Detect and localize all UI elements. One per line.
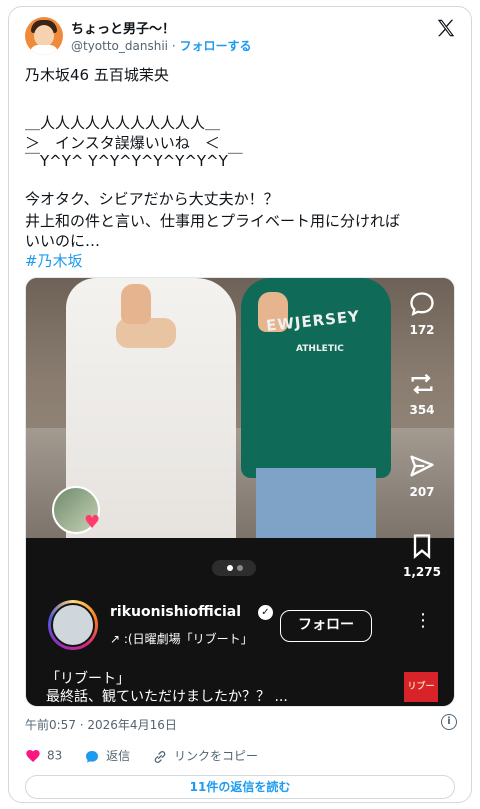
repost-count: 354 — [409, 403, 435, 417]
reply-label: 返信 — [106, 749, 131, 763]
thumbs-up-left — [121, 284, 151, 324]
tweet-actions: 83 返信 リンクをコピー — [25, 747, 276, 767]
author-handle[interactable]: @tyotto_danshii — [71, 39, 168, 53]
comment-count: 172 — [409, 323, 435, 337]
like-action[interactable]: 83 — [25, 748, 62, 764]
info-icon[interactable]: i — [441, 714, 457, 730]
tweet-card: ちょっと男子〜！ @tyotto_danshii · フォローする 乃木坂46 … — [8, 6, 472, 803]
comment-icon — [410, 292, 434, 316]
repost-action[interactable]: 354 — [396, 370, 448, 418]
tweet-body-line-1: 今オタク、シビアだから大丈夫か！？ — [25, 190, 279, 208]
author-avatar[interactable] — [25, 17, 63, 55]
shirt-subprint: ATHLETIC — [296, 344, 344, 354]
like-count: 83 — [47, 748, 63, 763]
heart-badge-icon: ♥ — [84, 512, 101, 533]
avatar-shirt — [30, 45, 58, 55]
avatar-face — [34, 25, 54, 47]
copy-link-label: リンクをコピー — [173, 749, 258, 763]
ig-audio-line[interactable]: ↗ :(日曜劇場「リブート」 — [110, 630, 253, 647]
copy-link-action[interactable]: リンクをコピー — [152, 747, 258, 765]
tweet-body-line-3: いいのに… — [25, 232, 101, 250]
read-replies-button[interactable]: 11件の返信を読む — [25, 775, 455, 799]
tweet-timestamp[interactable]: 午前0:57 · 2026年4月16日 — [25, 716, 177, 733]
x-logo-icon[interactable] — [435, 17, 457, 39]
author-display-name[interactable]: ちょっと男子〜！ — [71, 18, 175, 37]
more-options-icon[interactable]: ⋮ — [414, 612, 432, 630]
reply-icon — [86, 750, 99, 763]
bookmark-count: 1,275 — [403, 565, 441, 579]
share-action[interactable]: 207 — [396, 452, 448, 500]
verified-badge-icon: ✓ — [258, 605, 273, 620]
media-photo: EWJERSEY ATHLETIC ♥ — [26, 278, 454, 538]
photo-jeans — [256, 468, 376, 538]
reply-action[interactable]: 返信 — [84, 747, 130, 765]
handle-separator: · — [171, 39, 176, 53]
ig-caption-line-2[interactable]: 最終話、観ていただけましたか？？ ... — [46, 689, 288, 705]
embedded-media[interactable]: EWJERSEY ATHLETIC ♥ 172 354 207 1,275 ri… — [25, 277, 455, 707]
link-icon — [154, 750, 166, 763]
comment-action[interactable]: 172 — [396, 290, 448, 338]
heart-icon — [26, 749, 40, 762]
tweet-hashtag[interactable]: #乃木坂 — [25, 251, 83, 271]
share-count: 207 — [409, 485, 435, 499]
bookmark-icon — [413, 534, 431, 559]
ig-caption-line-1: 「リブート」 — [46, 671, 130, 687]
carousel-dot-active — [227, 565, 233, 571]
ig-profile-avatar[interactable] — [48, 600, 98, 650]
ig-follow-button[interactable]: フォロー — [280, 610, 372, 642]
tweet-aa-line-1: ＿人人人人人人人人人人人＿ — [25, 114, 221, 132]
ig-username[interactable]: rikuonishiofficial — [110, 604, 241, 620]
ig-caption: 「リブート」 最終話、観ていただけましたか？？ ... — [46, 670, 288, 706]
share-icon — [410, 455, 434, 477]
repost-icon — [411, 373, 433, 395]
bookmark-action[interactable]: 1,275 — [396, 532, 448, 580]
ig-caption-thumbnail[interactable]: リブート — [404, 672, 438, 702]
follow-link[interactable]: フォローする — [180, 39, 252, 53]
carousel-dots[interactable] — [212, 560, 256, 576]
tweet-aa-line-3: ￣Y^Y^ Y^Y^Y^Y^Y^Y^Y￣ — [25, 152, 243, 170]
author-handle-row: @tyotto_danshii · フォローする — [71, 37, 252, 54]
tweet-line-title: 乃木坂46 五百城茉央 — [25, 66, 169, 84]
tweet-body-line-2: 井上和の件と言い、仕事用とプライベート用に分ければ — [25, 212, 401, 230]
carousel-dot — [237, 565, 243, 571]
tweet-aa-line-2: ＞ インスタ誤爆いいね ＜ — [25, 134, 220, 152]
